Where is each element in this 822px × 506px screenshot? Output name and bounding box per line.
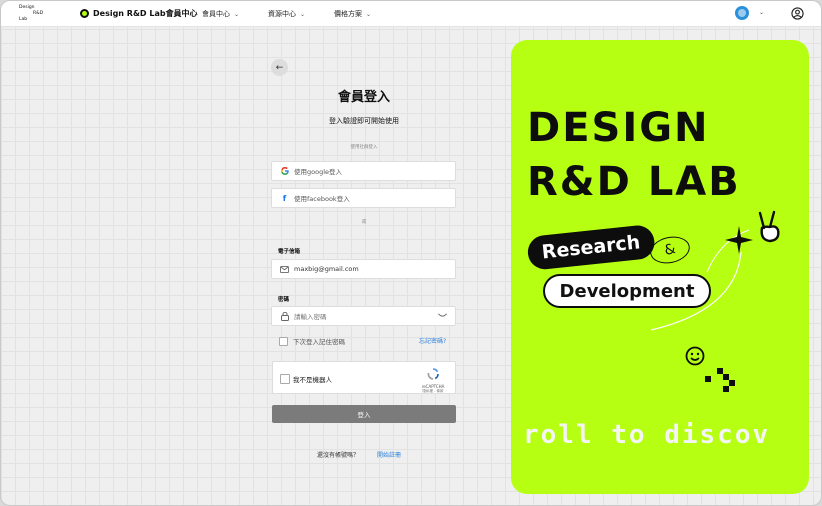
promo-panel: DESIGN R&D LAB Research & Development ro… [511,40,809,494]
email-field[interactable]: maxbig@gmail.com [271,259,456,279]
development-pill: Development [543,274,711,308]
remember-label: 下次登入記住密碼 [293,338,345,346]
logo-line: Design [19,5,35,10]
brand-name: Design R&D Lab會員中心 [93,9,198,18]
google-login-label: 使用google登入 [294,168,343,176]
brand-icon [80,9,89,18]
signup-link[interactable]: 開始註冊 [377,450,401,459]
logo-line: Lab [19,17,28,22]
nav-member-center[interactable]: 會員中心 ⌄ [202,9,239,19]
chevron-down-icon: ⌄ [300,10,306,18]
back-button[interactable]: ← [271,59,288,76]
page-subtitle: 登入驗證即可開始使用 [329,117,399,125]
peace-hand-icon [758,210,780,243]
eye-closed-icon[interactable] [438,312,447,320]
language-globe-icon[interactable] [735,6,749,20]
google-icon [280,167,289,175]
password-placeholder: 請輸入密碼 [294,313,327,321]
chevron-down-icon: ⌄ [366,10,372,18]
social-login-caption: 使用社群登入 [350,145,378,150]
email-label: 電子信箱 [278,249,301,255]
recaptcha-badge: reCAPTCHA 隱私權 - 條款 [417,365,449,394]
user-account-icon[interactable] [791,7,804,20]
email-value: maxbig@gmail.com [294,265,359,273]
facebook-icon: f [282,193,287,203]
password-field[interactable]: 請輸入密碼 [271,306,456,326]
arrow-left-icon: ← [275,62,284,73]
app-window: Design R&D Lab Design R&D Lab會員中心 會員中心 ⌄ … [0,0,822,506]
lock-icon [280,311,289,321]
remember-me[interactable]: 下次登入記住密碼 [279,336,345,346]
recaptcha-links[interactable]: 隱私權 - 條款 [417,389,449,394]
recaptcha-icon [427,368,439,380]
top-navigation: Design R&D Lab Design R&D Lab會員中心 會員中心 ⌄ … [1,1,821,27]
nav-pricing[interactable]: 價格方案 ⌄ [334,9,371,19]
recaptcha-widget: 我不是機器人 reCAPTCHA 隱私權 - 條款 [272,361,456,394]
page-title: 會員登入 [337,90,390,105]
login-button[interactable]: 登入 [272,405,456,423]
captcha-checkbox[interactable] [280,374,290,384]
scroll-ticker: roll to discov [523,420,771,450]
site-logo[interactable]: Design R&D Lab [19,5,49,22]
facebook-login-button[interactable]: f 使用facebook登入 [271,188,456,208]
logo-line: R&D [33,11,44,16]
signup-prompt: 還沒有帳號嗎？ [317,452,360,459]
or-divider: 或 [361,220,367,225]
nav-label: 會員中心 [202,10,230,18]
facebook-login-label: 使用facebook登入 [294,195,350,203]
sparkle-icon [725,226,753,254]
pixel-pattern-icon [705,368,735,392]
nav-resource-center[interactable]: 資源中心 ⌄ [268,9,305,19]
chevron-down-icon[interactable]: ⌄ [759,9,764,16]
nav-label: 價格方案 [334,10,362,18]
forgot-password-link[interactable]: 忘記密碼? [419,336,446,345]
chevron-down-icon: ⌄ [234,10,240,18]
brand-link[interactable]: Design R&D Lab會員中心 [80,8,198,19]
google-login-button[interactable]: 使用google登入 [271,161,456,181]
smiley-icon [685,346,705,366]
mail-icon [280,265,289,273]
captcha-label: 我不是機器人 [293,376,332,384]
remember-checkbox[interactable] [279,336,288,346]
nav-label: 資源中心 [268,10,296,18]
password-label: 密碼 [278,297,290,303]
